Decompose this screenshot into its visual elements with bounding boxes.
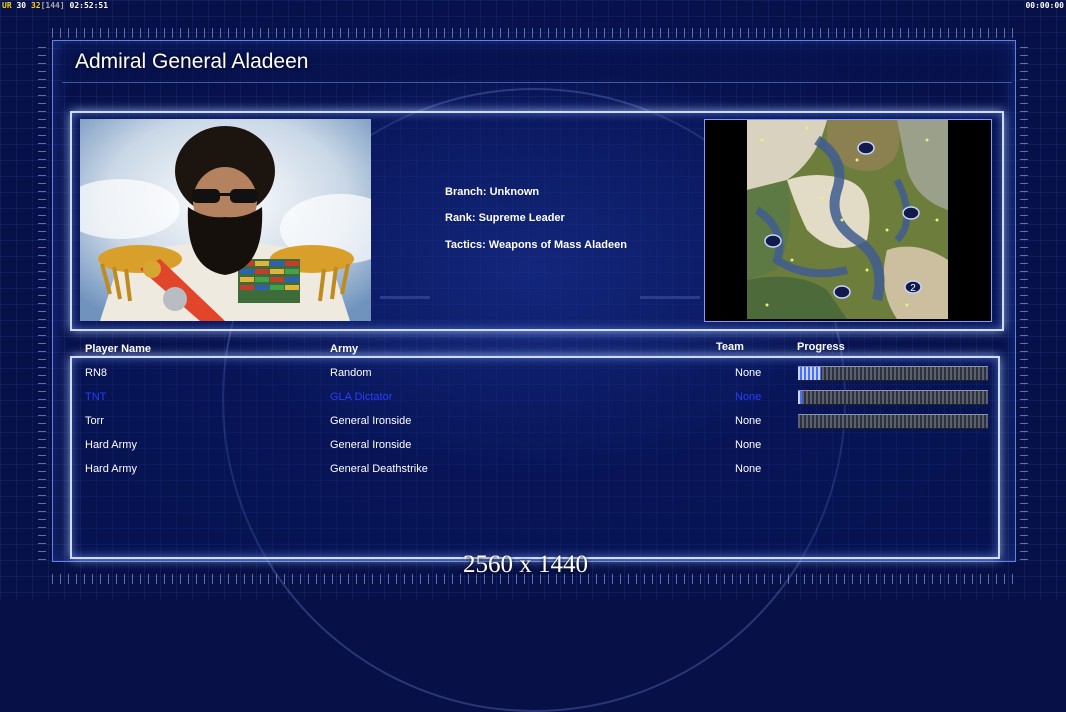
progress-bar: [798, 390, 988, 405]
header-player-name: Player Name: [85, 343, 152, 355]
resolution-label: 2560 x 1440: [463, 551, 588, 578]
hud-fps-secondary: 32: [30, 1, 41, 10]
info-rank: Rank: Supreme Leader: [445, 212, 565, 224]
hud-fps-cap: [144]: [40, 1, 65, 10]
portrait-image: [80, 119, 371, 321]
army-cell: General Deathstrike: [330, 463, 428, 475]
army-cell: General Ironside: [330, 439, 412, 451]
ruler-right: [1020, 40, 1028, 560]
hud-label: UR: [2, 1, 12, 10]
progress-bar: [798, 366, 988, 381]
team-cell: None: [735, 415, 762, 427]
info-branch: Branch: Unknown: [445, 186, 540, 198]
player-name-cell: TNT: [85, 391, 107, 403]
player-name-cell: Torr: [85, 415, 104, 427]
hud-fps: 30: [16, 1, 27, 10]
army-cell: GLA Dictator: [330, 391, 393, 403]
progress-bar-fill: [798, 391, 802, 404]
team-cell: None: [735, 391, 762, 403]
hud-stats: UR 30 32[144] 02:52:51: [0, 0, 110, 11]
minimap-terrain: 2: [747, 120, 948, 319]
general-portrait: [80, 119, 371, 321]
progress-bar: [798, 414, 988, 429]
header-army: Army: [330, 343, 359, 355]
player-name-cell: Hard Army: [85, 463, 137, 475]
ruler-left: [38, 40, 46, 560]
player-name-cell: Hard Army: [85, 439, 137, 451]
minimap[interactable]: 2: [747, 120, 948, 319]
info-tactics: Tactics: Weapons of Mass Aladeen: [445, 239, 627, 251]
team-cell: None: [735, 463, 762, 475]
team-cell: None: [735, 367, 762, 379]
start-position-label: 2: [910, 283, 916, 294]
hud-clock: 02:52:51: [69, 1, 109, 10]
army-cell: General Ironside: [330, 415, 412, 427]
player-name-cell: RN8: [85, 367, 108, 379]
progress-bar-fill: [798, 367, 821, 380]
players-panel: [70, 356, 1000, 559]
page-title: Admiral General Aladeen: [75, 50, 309, 73]
army-cell: Random: [330, 367, 372, 379]
header-progress: Progress: [797, 341, 845, 353]
header-team: Team: [716, 341, 744, 353]
ruler-top: [52, 28, 1014, 38]
hud-timer: 00:00:00: [1025, 1, 1064, 10]
team-cell: None: [735, 439, 762, 451]
